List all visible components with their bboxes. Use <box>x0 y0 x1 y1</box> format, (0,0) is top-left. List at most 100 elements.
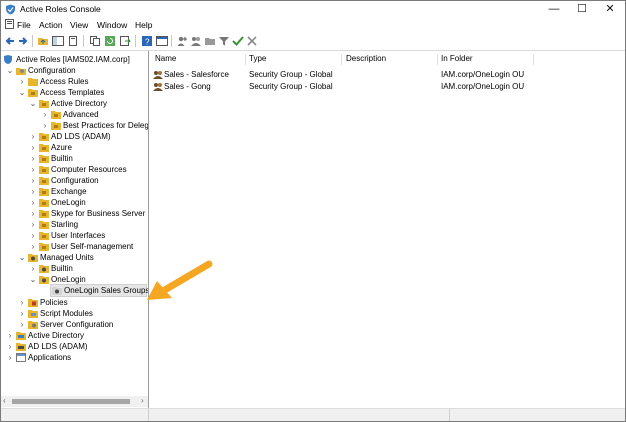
tree-label: AD LDS (ADAM) <box>28 342 88 351</box>
table-row[interactable]: Sales - Salesforce Security Group - Glob… <box>153 69 613 80</box>
svg-text:?: ? <box>145 38 150 47</box>
scroll-left-icon[interactable]: ‹ <box>3 396 6 405</box>
toolbar: ? <box>1 33 625 51</box>
back-icon[interactable] <box>4 35 16 47</box>
tree-label: Configuration <box>51 176 99 185</box>
folder-icon <box>39 242 49 251</box>
script-modules-icon <box>28 309 38 318</box>
folder-icon <box>51 110 61 119</box>
tree-horizontal-scrollbar[interactable]: ‹ › <box>1 396 148 407</box>
properties-icon[interactable] <box>67 35 79 47</box>
security-group-icon <box>153 70 163 79</box>
console-menu-icon[interactable] <box>5 19 14 29</box>
expand-chevron-icon[interactable]: › <box>6 352 14 363</box>
expand-chevron-icon[interactable]: › <box>29 186 37 197</box>
tree-label: Managed Units <box>40 253 94 262</box>
menu-view[interactable]: View <box>70 20 88 30</box>
menu-window[interactable]: Window <box>97 20 127 30</box>
folder-icon <box>39 220 49 229</box>
column-header-name[interactable]: Name <box>155 54 176 63</box>
minimize-button[interactable]: — <box>539 1 569 18</box>
expand-chevron-icon[interactable]: › <box>18 76 26 87</box>
tree-label: OneLogin Sales Groups <box>64 286 149 295</box>
menu-action[interactable]: Action <box>39 20 63 30</box>
title-bar: Active Roles Console — ☐ ✕ <box>1 1 625 18</box>
expand-chevron-icon[interactable]: › <box>29 164 37 175</box>
active-roles-icon <box>3 55 13 64</box>
tree-label: Active Directory <box>51 99 108 108</box>
menu-file[interactable]: File <box>17 20 31 30</box>
expand-chevron-icon[interactable]: › <box>29 219 37 230</box>
close-button[interactable]: ✕ <box>595 1 625 18</box>
tree-label: Builtin <box>51 264 73 273</box>
delete-icon[interactable] <box>246 35 258 47</box>
copy-icon[interactable] <box>89 35 101 47</box>
expand-chevron-icon[interactable]: › <box>29 175 37 186</box>
active-directory-icon <box>16 331 26 340</box>
expand-chevron-icon[interactable]: › <box>18 319 26 330</box>
folder-icon <box>39 231 49 240</box>
row-name: Sales - Salesforce <box>164 70 229 79</box>
managed-units-icon <box>28 253 38 262</box>
column-header-type[interactable]: Type <box>249 54 266 63</box>
expand-chevron-icon[interactable]: › <box>41 120 49 131</box>
collapse-chevron-icon[interactable]: ⌄ <box>29 274 37 285</box>
menu-bar: File Action View Window Help <box>1 18 625 32</box>
scrollbar-thumb[interactable] <box>12 399 130 404</box>
collapse-chevron-icon[interactable]: ⌄ <box>18 87 26 98</box>
filter-icon[interactable] <box>218 35 230 47</box>
tree-label: Azure <box>51 143 72 152</box>
collapse-chevron-icon[interactable]: ⌄ <box>18 252 26 263</box>
up-folder-icon[interactable] <box>37 35 49 47</box>
tree-node-onelogin-sales-groups[interactable]: OneLogin Sales Groups <box>50 284 149 297</box>
new-ou-icon[interactable] <box>204 35 216 47</box>
folder-icon <box>39 132 49 141</box>
refresh-icon[interactable] <box>104 35 116 47</box>
expand-chevron-icon[interactable]: › <box>6 341 14 352</box>
tree-label: Policies <box>40 298 68 307</box>
expand-chevron-icon[interactable]: › <box>29 142 37 153</box>
folder-icon <box>39 209 49 218</box>
maximize-button[interactable]: ☐ <box>567 1 597 18</box>
tree-label: Builtin <box>51 154 73 163</box>
expand-chevron-icon[interactable]: › <box>29 197 37 208</box>
tree-label: Access Templates <box>40 88 105 97</box>
new-user-icon[interactable] <box>176 35 188 47</box>
column-header-in-folder[interactable]: In Folder <box>441 54 473 63</box>
tree-label: Best Practices for Delega <box>63 121 149 130</box>
new-group-icon[interactable] <box>190 35 202 47</box>
tree-label: Server Configuration <box>40 320 114 329</box>
expand-chevron-icon[interactable]: › <box>29 131 37 142</box>
folder-icon <box>28 88 38 97</box>
active-roles-icon <box>5 4 16 15</box>
folder-icon <box>39 165 49 174</box>
show-hide-console-tree-icon[interactable] <box>52 35 64 47</box>
menu-help[interactable]: Help <box>135 20 152 30</box>
table-row[interactable]: Sales - Gong Security Group - Global IAM… <box>153 81 613 92</box>
expand-chevron-icon[interactable]: › <box>29 241 37 252</box>
tree-label: Exchange <box>51 187 87 196</box>
policies-icon <box>28 298 38 307</box>
forward-icon[interactable] <box>17 35 29 47</box>
expand-chevron-icon[interactable]: › <box>29 263 37 274</box>
scroll-right-icon[interactable]: › <box>141 396 144 405</box>
status-pane-left <box>1 409 149 421</box>
collapse-chevron-icon[interactable]: ⌄ <box>6 65 14 76</box>
export-list-icon[interactable] <box>119 35 131 47</box>
console-icon[interactable] <box>156 35 168 47</box>
expand-chevron-icon[interactable]: › <box>18 308 26 319</box>
row-name: Sales - Gong <box>164 82 211 91</box>
folder-icon <box>39 99 49 108</box>
expand-chevron-icon[interactable]: › <box>29 230 37 241</box>
collapse-chevron-icon[interactable]: ⌄ <box>29 98 37 109</box>
help-icon[interactable]: ? <box>141 35 153 47</box>
tree-label: Active Directory <box>28 331 85 340</box>
approve-icon[interactable] <box>232 35 244 47</box>
expand-chevron-icon[interactable]: › <box>41 109 49 120</box>
expand-chevron-icon[interactable]: › <box>29 153 37 164</box>
expand-chevron-icon[interactable]: › <box>18 297 26 308</box>
folder-icon <box>39 176 49 185</box>
expand-chevron-icon[interactable]: › <box>6 330 14 341</box>
expand-chevron-icon[interactable]: › <box>29 208 37 219</box>
column-header-description[interactable]: Description <box>346 54 386 63</box>
